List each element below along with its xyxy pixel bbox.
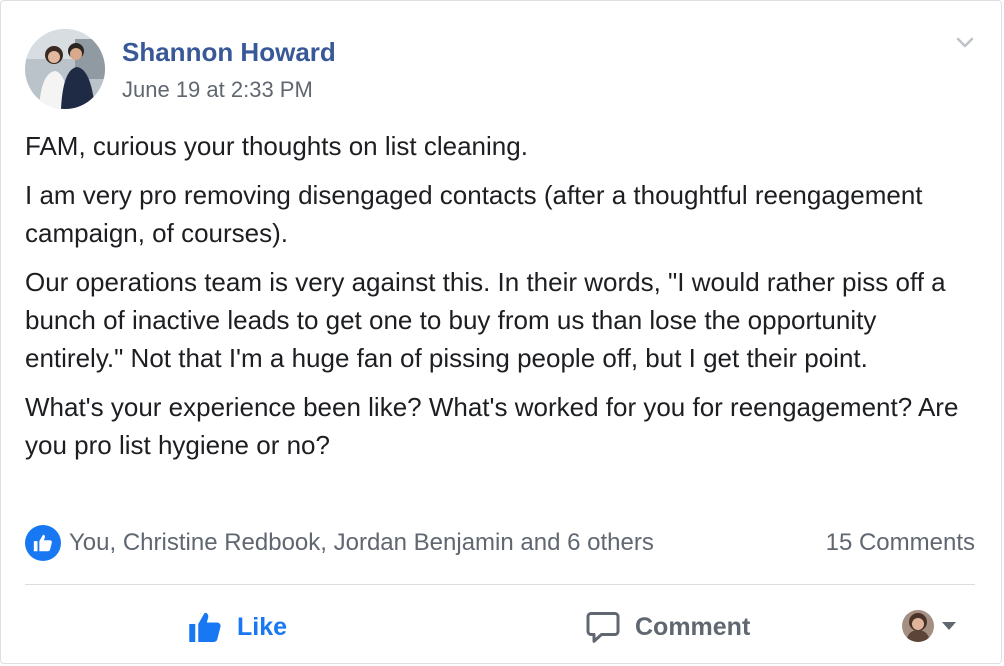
react-as-selector[interactable] <box>902 609 958 643</box>
post-paragraph: Our operations team is very against this… <box>25 267 946 373</box>
like-button[interactable]: Like <box>187 599 287 655</box>
post-card: Shannon Howard June 19 at 2:33 PM FAM, c… <box>0 0 1002 664</box>
comment-button[interactable]: Comment <box>585 599 750 655</box>
post-paragraph: FAM, curious your thoughts on list clean… <box>25 131 528 161</box>
caret-down-icon <box>940 620 958 632</box>
thumbs-up-icon <box>25 525 61 561</box>
reactions-summary[interactable]: You, Christine Redbook, Jordan Benjamin … <box>25 523 654 563</box>
post-options-button[interactable] <box>953 31 977 55</box>
reactions-text: You, Christine Redbook, Jordan Benjamin … <box>69 529 654 556</box>
like-label: Like <box>237 612 288 641</box>
user-avatar <box>902 610 934 642</box>
thumbs-up-icon <box>187 609 223 645</box>
post-paragraph: I am very pro removing disengaged contac… <box>25 180 923 248</box>
author-avatar[interactable] <box>25 29 105 109</box>
chevron-down-icon <box>953 37 977 59</box>
post-timestamp[interactable]: June 19 at 2:33 PM <box>122 77 313 103</box>
comments-count-link[interactable]: 15 Comments <box>826 529 975 557</box>
post-body: FAM, curious your thoughts on list clean… <box>25 127 975 475</box>
post-paragraph: What's your experience been like? What's… <box>25 392 959 460</box>
comment-label: Comment <box>635 612 751 641</box>
author-name[interactable]: Shannon Howard <box>122 37 336 68</box>
divider <box>25 584 975 585</box>
speech-bubble-icon <box>585 609 621 645</box>
